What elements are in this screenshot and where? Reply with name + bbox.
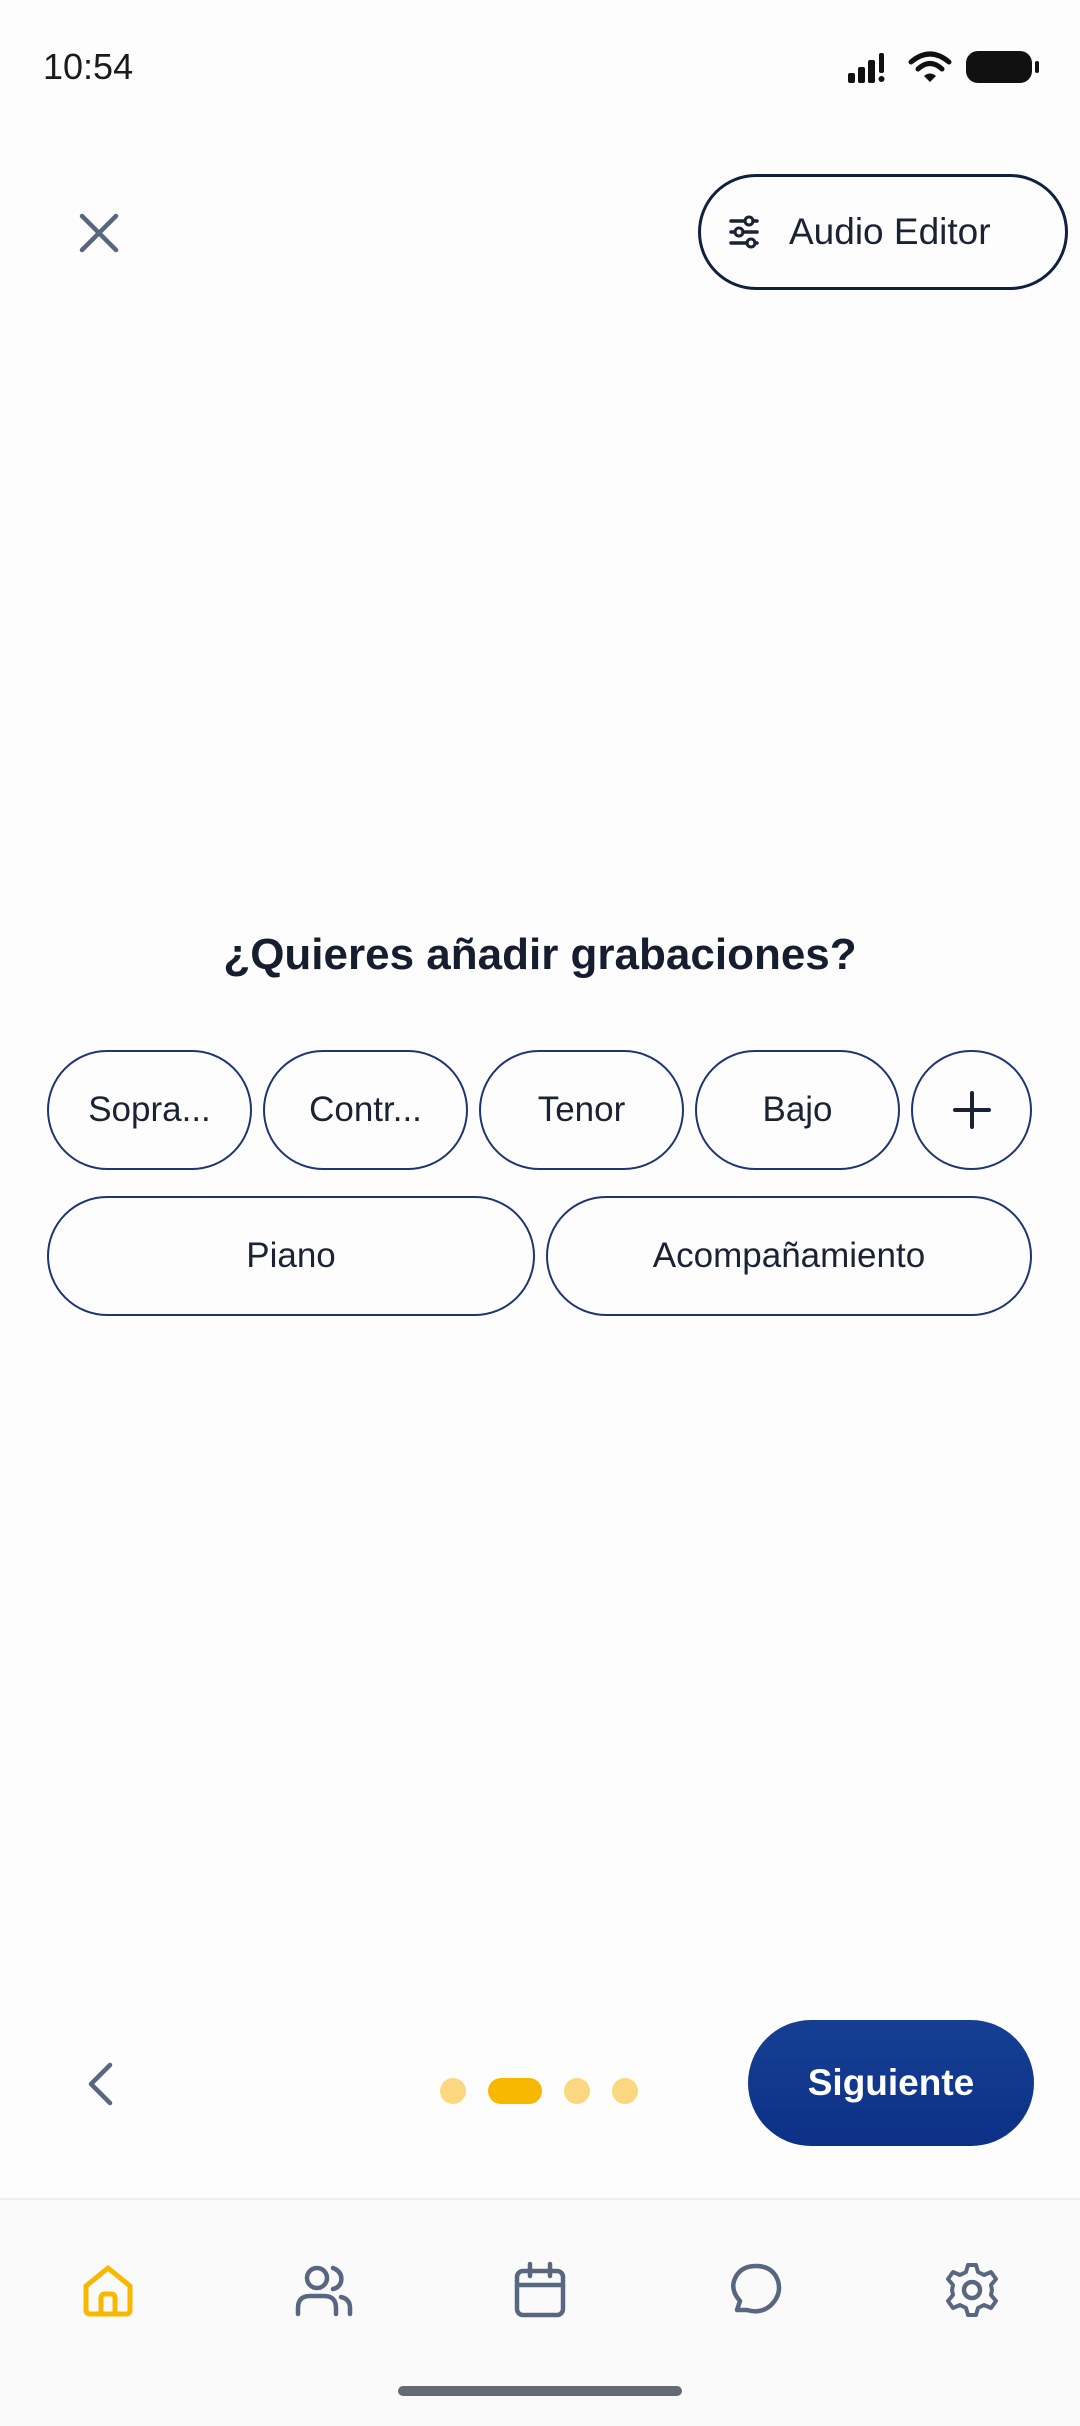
chevron-left-icon — [88, 2062, 113, 2106]
chip-bajo[interactable]: Bajo — [695, 1050, 900, 1170]
close-icon — [79, 213, 119, 253]
status-time: 10:54 — [43, 46, 134, 87]
tab-calendar[interactable] — [500, 2250, 580, 2330]
question-title: ¿Quieres añadir grabaciones? — [223, 930, 857, 979]
plus-icon — [952, 1091, 991, 1129]
page-dot — [440, 2078, 466, 2104]
chip-piano[interactable]: Piano — [47, 1196, 535, 1316]
audio-editor-button[interactable]: Audio Editor — [698, 174, 1068, 290]
page-dot — [564, 2078, 590, 2104]
users-icon — [295, 2265, 353, 2317]
tab-settings[interactable] — [932, 2250, 1012, 2330]
tab-messages[interactable] — [716, 2250, 796, 2330]
home-indicator — [398, 2386, 682, 2396]
next-button[interactable]: Siguiente — [748, 2020, 1034, 2146]
page-dot — [612, 2078, 638, 2104]
calendar-icon — [514, 2261, 566, 2318]
status-icons — [848, 50, 1040, 84]
audio-editor-label: Audio Editor — [789, 211, 991, 252]
page-dot-active — [488, 2078, 542, 2104]
back-button[interactable] — [70, 2050, 130, 2118]
chip-contralto[interactable]: Contr... — [263, 1050, 468, 1170]
gear-icon — [946, 2263, 998, 2317]
chip-soprano[interactable]: Sopra... — [47, 1050, 252, 1170]
wifi-icon — [908, 51, 952, 82]
chat-icon — [731, 2263, 782, 2314]
tab-members[interactable] — [284, 2250, 364, 2330]
chip-tenor[interactable]: Tenor — [479, 1050, 684, 1170]
battery-icon — [966, 51, 1039, 83]
chip-acompanamiento[interactable]: Acompañamiento — [546, 1196, 1032, 1316]
add-chip-button[interactable] — [911, 1050, 1032, 1170]
tab-home[interactable] — [68, 2250, 148, 2330]
home-icon — [83, 2265, 133, 2317]
sliders-icon — [729, 215, 759, 249]
page-indicator — [440, 2078, 638, 2104]
signal-icon — [848, 53, 885, 83]
close-button[interactable] — [66, 200, 132, 266]
